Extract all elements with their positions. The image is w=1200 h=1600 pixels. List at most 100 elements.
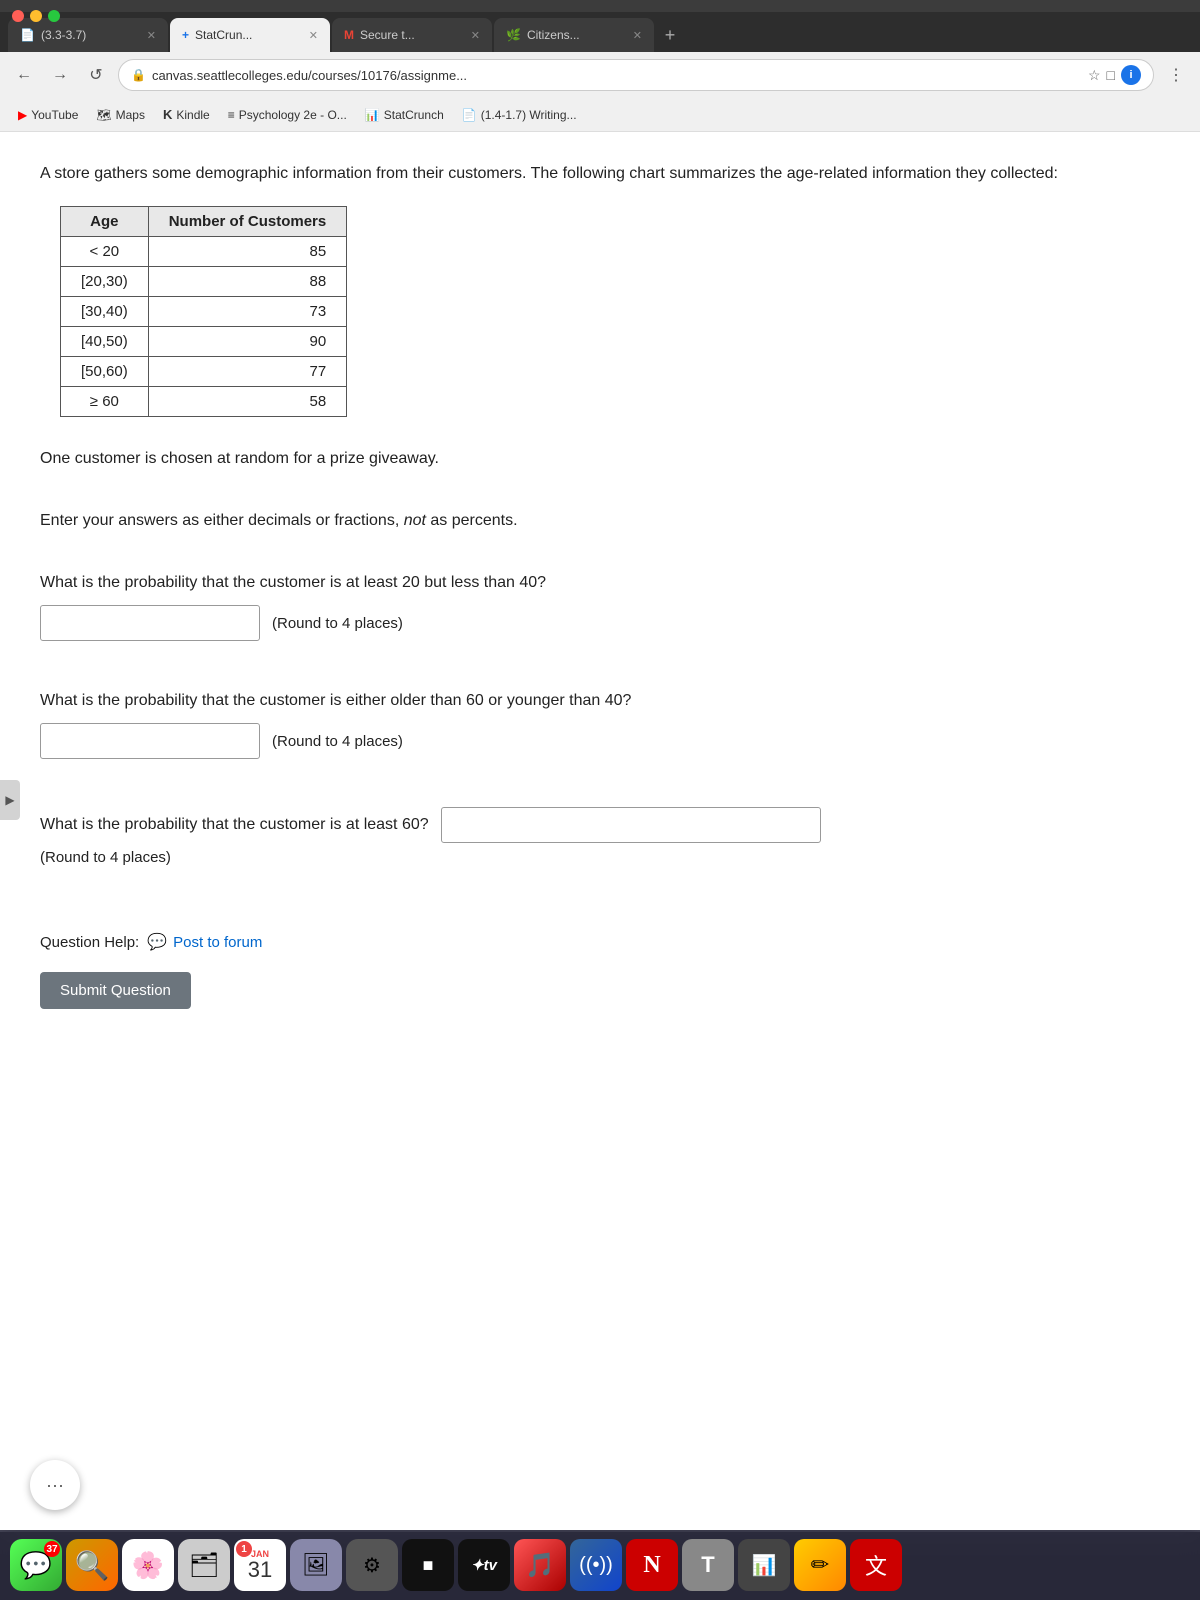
count-cell: 73 — [148, 297, 347, 327]
bookmark-star-icon[interactable]: ☆ — [1088, 67, 1101, 84]
tab-2-close[interactable]: ✕ — [309, 29, 318, 42]
japanese-icon: 文 — [865, 1549, 887, 1581]
question-help-section: Question Help: 💬 Post to forum — [40, 932, 1160, 952]
nav-bar: ← → ↺ 🔒 canvas.seattlecolleges.edu/cours… — [0, 52, 1200, 98]
settings-icon: ⚙ — [363, 1553, 381, 1578]
count-cell: 88 — [148, 267, 347, 297]
taskbar-app-settings[interactable]: ⚙ — [346, 1539, 398, 1591]
count-cell: 90 — [148, 327, 347, 357]
tab-3[interactable]: M Secure t... ✕ — [332, 18, 492, 52]
tab-4-close[interactable]: ✕ — [633, 29, 642, 42]
tab-3-close[interactable]: ✕ — [471, 29, 480, 42]
question-2-block: What is the probability that the custome… — [40, 689, 1160, 759]
tab-4[interactable]: 🌿 Citizens... ✕ — [494, 18, 654, 52]
submit-question-button[interactable]: Submit Question — [40, 972, 191, 1009]
tv-icon: ✦tv — [471, 1556, 497, 1574]
profile-icon[interactable]: i — [1121, 65, 1141, 85]
text-icon: T — [701, 1552, 714, 1578]
bookmark-maps[interactable]: 🗺 Maps — [88, 105, 153, 125]
taskbar-app-photos[interactable]: 🌸 — [122, 1539, 174, 1591]
taskbar-app-japanese[interactable]: 文 — [850, 1539, 902, 1591]
reload-button[interactable]: ↺ — [82, 61, 110, 89]
minimize-button[interactable] — [30, 10, 42, 22]
age-table: Age Number of Customers < 20 85 [20,30) … — [60, 206, 347, 417]
taskbar-app-netflix[interactable]: N — [626, 1539, 678, 1591]
table-row: [30,40) 73 — [61, 297, 347, 327]
edit-icon: ✏ — [811, 1552, 829, 1578]
bookmarks-bar: ▶ YouTube 🗺 Maps K Kindle ≡ Psychology 2… — [0, 98, 1200, 132]
close-button[interactable] — [12, 10, 24, 22]
age-cell: [50,60) — [61, 357, 149, 387]
taskbar-app-wifi[interactable]: ((•)) — [570, 1539, 622, 1591]
age-cell: [30,40) — [61, 297, 149, 327]
question-3-text: What is the probability that the custome… — [40, 813, 429, 837]
taskbar: 💬 37 🔍 🌸 🗂 JAN 31 1 🖼 ⚙ ■ ✦tv 🎵 ((•)) N — [0, 1530, 1200, 1600]
question-1-input[interactable] — [40, 605, 260, 641]
taskbar-app-finder[interactable]: 🔍 — [66, 1539, 118, 1591]
kindle-icon: K — [163, 107, 172, 122]
bookmark-psychology-label: Psychology 2e - O... — [239, 108, 347, 122]
question-2-text: What is the probability that the custome… — [40, 689, 1160, 713]
bookmark-maps-label: Maps — [116, 108, 145, 122]
address-bar[interactable]: 🔒 canvas.seattlecolleges.edu/courses/101… — [118, 59, 1154, 91]
bookmark-youtube-label: YouTube — [31, 108, 78, 122]
decimal-note: Enter your answers as either decimals or… — [40, 509, 1160, 533]
taskbar-app-text[interactable]: T — [682, 1539, 734, 1591]
bookmark-kindle-label: Kindle — [176, 108, 209, 122]
question-2-input[interactable] — [40, 723, 260, 759]
back-button[interactable]: ← — [10, 61, 38, 89]
table-row: [40,50) 90 — [61, 327, 347, 357]
tab-2-icon: + — [182, 28, 189, 42]
random-note: One customer is chosen at random for a p… — [40, 447, 1160, 471]
bookmark-writing[interactable]: 📄 (1.4-1.7) Writing... — [454, 105, 585, 125]
maximize-button[interactable] — [48, 10, 60, 22]
question-help-label: Question Help: — [40, 934, 139, 951]
question-3-block: What is the probability that the custome… — [40, 807, 1160, 866]
tab-3-label: Secure t... — [360, 28, 415, 42]
taskbar-app-files[interactable]: 🗂 — [178, 1539, 230, 1591]
post-to-forum-link[interactable]: 💬 Post to forum — [147, 932, 262, 952]
stats-icon: 📊 — [752, 1553, 777, 1578]
music-icon: 🎵 — [525, 1551, 555, 1580]
question-1-answer-row: (Round to 4 places) — [40, 605, 1160, 641]
bookmark-youtube[interactable]: ▶ YouTube — [10, 105, 86, 125]
statcrunch-icon: 📊 — [365, 108, 380, 122]
taskbar-app-stats[interactable]: 📊 — [738, 1539, 790, 1591]
address-icons: ☆ □ i — [1088, 65, 1141, 85]
question-3-round-note: (Round to 4 places) — [40, 849, 1160, 866]
tab-1[interactable]: 📄 (3.3-3.7) ✕ — [8, 18, 168, 52]
sidebar-toggle-arrow[interactable]: ▶ — [0, 780, 20, 820]
tab-2-label: StatCrun... — [195, 28, 252, 42]
post-to-forum-label: Post to forum — [173, 934, 262, 951]
page-content: A store gathers some demographic informa… — [0, 132, 1200, 1532]
psychology-icon: ≡ — [228, 108, 235, 122]
taskbar-app-edit[interactable]: ✏ — [794, 1539, 846, 1591]
question-2-round-note: (Round to 4 places) — [272, 733, 403, 750]
question-3-input[interactable] — [441, 807, 821, 843]
bookmark-psychology[interactable]: ≡ Psychology 2e - O... — [220, 105, 355, 125]
taskbar-app-tv[interactable]: ✦tv — [458, 1539, 510, 1591]
tab-1-label: (3.3-3.7) — [41, 28, 86, 42]
reader-icon[interactable]: □ — [1107, 67, 1115, 83]
bookmark-statcrunch[interactable]: 📊 StatCrunch — [357, 105, 452, 125]
writing-icon: 📄 — [462, 108, 477, 122]
table-row: [50,60) 77 — [61, 357, 347, 387]
age-cell: < 20 — [61, 237, 149, 267]
maps-icon: 🗺 — [96, 108, 111, 122]
chat-bubble[interactable]: ··· — [30, 1460, 80, 1510]
bookmark-kindle[interactable]: K Kindle — [155, 104, 218, 125]
taskbar-app-music[interactable]: 🎵 — [514, 1539, 566, 1591]
forum-icon: 💬 — [147, 932, 167, 952]
taskbar-app-extra[interactable]: 🖼 — [290, 1539, 342, 1591]
taskbar-app-messages[interactable]: 💬 37 — [10, 1539, 62, 1591]
tab-2[interactable]: + StatCrun... ✕ — [170, 18, 330, 52]
netflix-icon: N — [643, 1552, 660, 1579]
taskbar-app-black[interactable]: ■ — [402, 1539, 454, 1591]
bookmark-statcrunch-label: StatCrunch — [384, 108, 444, 122]
tab-1-close[interactable]: ✕ — [147, 29, 156, 42]
more-options-button[interactable]: ⋮ — [1162, 61, 1190, 89]
forward-button[interactable]: → — [46, 61, 74, 89]
chat-icon: ··· — [46, 1475, 64, 1496]
tab-1-icon: 📄 — [20, 28, 35, 42]
new-tab-button[interactable]: + — [656, 21, 684, 49]
